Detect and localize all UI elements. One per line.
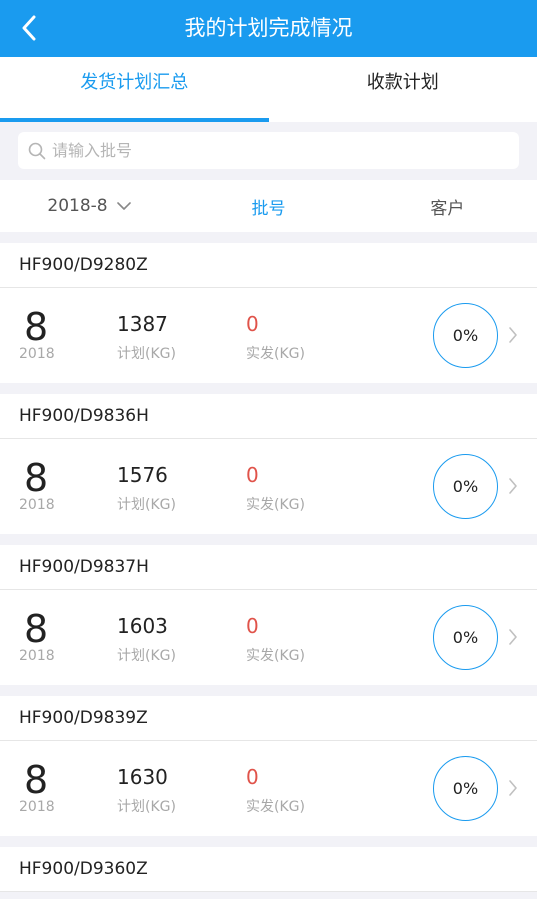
tab-payment-plan[interactable]: 收款计划	[269, 57, 537, 122]
batch-number: HF900/D9837H	[0, 545, 537, 590]
plan-list: HF900/D9280Z 8 2018 1387 计划(KG) 0 实发(KG)…	[0, 232, 537, 892]
list-item: HF900/D9837H 8 2018 1603 计划(KG) 0 实发(KG)…	[0, 545, 537, 685]
completion-percent: 0%	[433, 756, 498, 821]
plan-label: 计划(KG)	[117, 346, 176, 362]
month: 8	[24, 758, 49, 802]
plan-value: 1603	[117, 614, 168, 638]
batch-number: HF900/D9839Z	[0, 696, 537, 741]
actual-label: 实发(KG)	[246, 346, 305, 362]
search-icon	[28, 142, 46, 159]
month: 8	[24, 456, 49, 500]
chevron-right-icon	[509, 780, 517, 796]
plan-label: 计划(KG)	[117, 497, 176, 513]
date-filter[interactable]: 2018-8	[0, 196, 179, 216]
plan-row[interactable]: 8 2018 1387 计划(KG) 0 实发(KG) 0%	[0, 288, 537, 383]
list-item: HF900/D9836H 8 2018 1576 计划(KG) 0 实发(KG)…	[0, 394, 537, 534]
actual-value: 0	[246, 614, 259, 638]
actual-label: 实发(KG)	[246, 497, 305, 513]
plan-label: 计划(KG)	[117, 799, 176, 815]
actual-value: 0	[246, 765, 259, 789]
plan-row[interactable]: 8 2018 1576 计划(KG) 0 实发(KG) 0%	[0, 439, 537, 534]
chevron-down-icon	[116, 202, 131, 210]
customer-filter[interactable]: 客户	[358, 194, 537, 219]
tab-bar: 发货计划汇总 收款计划	[0, 57, 537, 122]
batch-number: HF900/D9836H	[0, 394, 537, 439]
nav-bar: 我的计划完成情况	[0, 0, 537, 57]
batch-filter[interactable]: 批号	[179, 194, 358, 219]
filter-bar: 2018-8 批号 客户	[0, 180, 537, 232]
list-item: HF900/D9280Z 8 2018 1387 计划(KG) 0 实发(KG)…	[0, 243, 537, 383]
plan-row[interactable]: 8 2018 1603 计划(KG) 0 实发(KG) 0%	[0, 590, 537, 685]
actual-label: 实发(KG)	[246, 799, 305, 815]
year: 2018	[19, 648, 55, 664]
month: 8	[24, 305, 49, 349]
month: 8	[24, 607, 49, 651]
actual-value: 0	[246, 463, 259, 487]
completion-percent: 0%	[433, 454, 498, 519]
year: 2018	[19, 346, 55, 362]
list-item: HF900/D9839Z 8 2018 1630 计划(KG) 0 实发(KG)…	[0, 696, 537, 836]
actual-value: 0	[246, 312, 259, 336]
tab-shipment-plan-summary[interactable]: 发货计划汇总	[0, 57, 269, 122]
date-filter-label: 2018-8	[47, 196, 108, 216]
chevron-right-icon	[509, 629, 517, 645]
completion-percent: 0%	[433, 605, 498, 670]
chevron-right-icon	[509, 327, 517, 343]
year: 2018	[19, 497, 55, 513]
completion-percent: 0%	[433, 303, 498, 368]
plan-value: 1576	[117, 463, 168, 487]
plan-value: 1387	[117, 312, 168, 336]
year: 2018	[19, 799, 55, 815]
plan-row[interactable]: 8 2018 1630 计划(KG) 0 实发(KG) 0%	[0, 741, 537, 836]
actual-label: 实发(KG)	[246, 648, 305, 664]
search-box[interactable]	[18, 132, 519, 169]
chevron-right-icon	[509, 478, 517, 494]
plan-label: 计划(KG)	[117, 648, 176, 664]
batch-number: HF900/D9360Z	[0, 847, 537, 892]
search-input[interactable]	[52, 141, 492, 160]
plan-value: 1630	[117, 765, 168, 789]
batch-number: HF900/D9280Z	[0, 243, 537, 288]
list-item: HF900/D9360Z	[0, 847, 537, 892]
search-bar	[0, 122, 537, 179]
page-title: 我的计划完成情况	[184, 16, 353, 40]
